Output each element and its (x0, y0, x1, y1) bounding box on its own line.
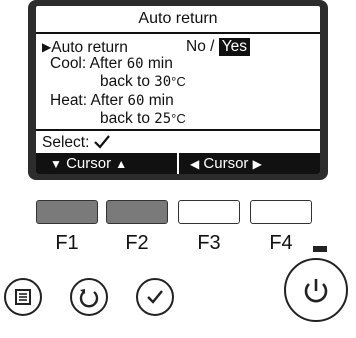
power-button[interactable] (284, 258, 348, 322)
triangle-right-icon: ▶ (42, 40, 52, 54)
select-label: Select: (42, 134, 90, 151)
triangle-down-icon: ▼ (50, 157, 62, 171)
option-yes[interactable]: Yes (218, 38, 251, 56)
heat-temp-unit: °C (171, 111, 186, 126)
option-separator: / (210, 38, 215, 55)
power-icon (304, 279, 328, 303)
softkey-bar: ▼ Cursor ▲ ◀ Cursor ▶ (36, 153, 320, 174)
triangle-right-icon: ▶ (252, 157, 262, 171)
cool-back-row: back to 30°C (100, 73, 186, 91)
lcd-screen: Auto return ▶Auto return No / Yes Cool: … (36, 6, 320, 174)
menu-button[interactable] (4, 278, 42, 316)
heat-back-row: back to 25°C (100, 110, 186, 128)
cool-back-to: back to (100, 73, 150, 90)
f1-label: F1 (55, 232, 79, 254)
option-no[interactable]: No (186, 38, 206, 56)
auto-return-options: No / Yes (186, 38, 251, 56)
heat-back-to: back to (100, 110, 150, 127)
f3-button[interactable] (178, 200, 240, 224)
softkey-cursor-leftright: ◀ Cursor ▶ (190, 153, 262, 174)
heat-temp[interactable]: 25 (154, 110, 171, 128)
content-divider (36, 129, 320, 131)
checkmark-icon (93, 135, 110, 149)
menu-icon (15, 289, 31, 305)
f3-label: F3 (197, 232, 221, 254)
softkey-cursor-label-2: Cursor (203, 155, 249, 172)
f4-label: F4 (269, 232, 293, 254)
cool-min-unit: min (147, 55, 173, 72)
checkmark-icon (147, 290, 163, 304)
cool-temp-unit: °C (171, 74, 186, 89)
softkey-cursor-label-1: Cursor (66, 155, 112, 172)
cool-prefix: Cool: After (50, 55, 123, 72)
f2-button[interactable] (106, 200, 168, 224)
title-divider (36, 32, 320, 34)
select-button[interactable] (136, 278, 174, 316)
heat-row: Heat: After 60 min (50, 92, 174, 110)
heat-minutes[interactable]: 60 (128, 92, 145, 110)
return-arrow-icon (79, 289, 99, 308)
softkey-divider (177, 153, 179, 174)
return-button[interactable] (70, 278, 108, 316)
cool-minutes[interactable]: 60 (127, 55, 144, 73)
screen-title: Auto return (138, 10, 218, 27)
select-row: Select: (42, 134, 110, 152)
cool-row: Cool: After 60 min (50, 55, 173, 73)
heat-prefix: Heat: After (50, 92, 124, 109)
f1-button[interactable] (36, 200, 98, 224)
cool-temp[interactable]: 30 (154, 73, 171, 91)
triangle-up-icon: ▲ (115, 157, 128, 171)
triangle-left-icon: ◀ (190, 157, 200, 171)
softkey-cursor-updown: ▼ Cursor ▲ (50, 153, 127, 174)
f4-button[interactable] (250, 200, 312, 224)
f2-label: F2 (125, 232, 149, 254)
operation-indicator-led (313, 246, 327, 252)
heat-min-unit: min (148, 92, 174, 109)
